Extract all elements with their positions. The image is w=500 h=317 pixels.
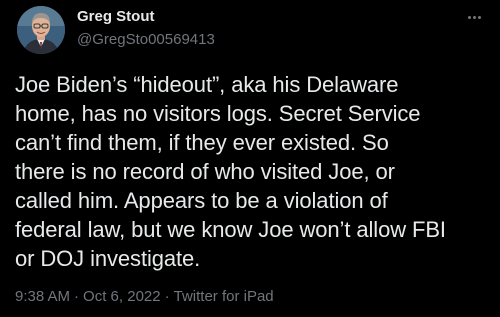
tweet-text: Joe Biden’s “hideout”, aka his Delaware … <box>15 72 446 271</box>
dot <box>472 15 476 19</box>
author-display-name[interactable]: Greg Stout <box>77 8 155 25</box>
dot <box>477 15 481 19</box>
dot <box>467 15 471 19</box>
separator: · <box>74 288 80 305</box>
tweet-metadata: 9:38 AM · Oct 6, 2022 · Twitter for iPad <box>15 288 274 305</box>
author-handle[interactable]: @GregSto00569413 <box>77 31 215 48</box>
separator: · <box>164 288 170 305</box>
tweet-date[interactable]: Oct 6, 2022 <box>83 288 161 305</box>
tweet-card: Greg Stout @GregSto00569413 Joe Biden’s … <box>0 0 500 317</box>
tweet-source[interactable]: Twitter for iPad <box>174 288 274 305</box>
more-options-icon[interactable] <box>462 7 486 27</box>
profile-photo-icon <box>17 6 65 54</box>
avatar[interactable] <box>17 6 65 54</box>
tweet-time[interactable]: 9:38 AM <box>15 288 70 305</box>
